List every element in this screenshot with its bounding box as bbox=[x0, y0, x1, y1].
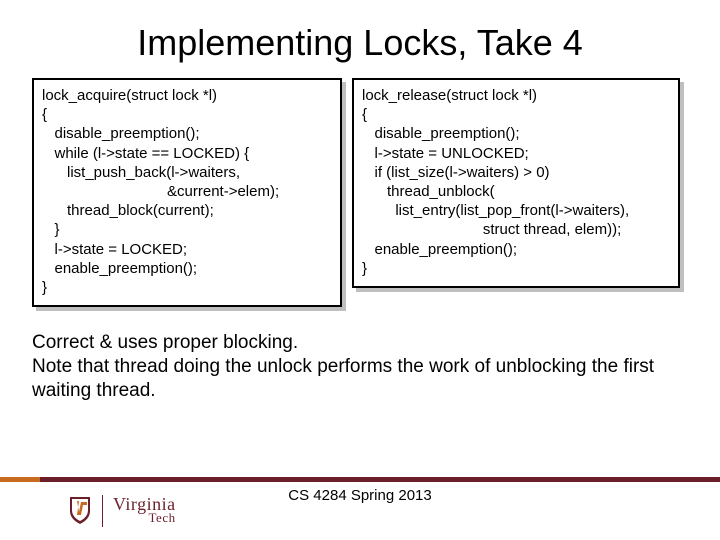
code-release: lock_release(struct lock *l) { disable_p… bbox=[362, 86, 670, 278]
logo-divider bbox=[102, 495, 103, 527]
caption-line-1: Correct & uses proper blocking. bbox=[32, 331, 692, 355]
vt-shield-icon bbox=[68, 495, 92, 525]
slide-title: Implementing Locks, Take 4 bbox=[0, 0, 720, 72]
logo-text-bottom: Tech bbox=[113, 511, 176, 524]
course-label: CS 4284 Spring 2013 bbox=[288, 487, 431, 504]
code-box-acquire: lock_acquire(struct lock *l) { disable_p… bbox=[32, 78, 342, 307]
caption: Correct & uses proper blocking. Note tha… bbox=[0, 313, 720, 402]
caption-line-2: Note that thread doing the unlock perfor… bbox=[32, 355, 692, 403]
code-box-release: lock_release(struct lock *l) { disable_p… bbox=[352, 78, 680, 288]
code-row: lock_acquire(struct lock *l) { disable_p… bbox=[0, 72, 720, 313]
logo-text: Virginia Tech bbox=[113, 495, 176, 524]
vt-logo: Virginia Tech bbox=[68, 495, 176, 527]
code-acquire: lock_acquire(struct lock *l) { disable_p… bbox=[42, 86, 332, 297]
